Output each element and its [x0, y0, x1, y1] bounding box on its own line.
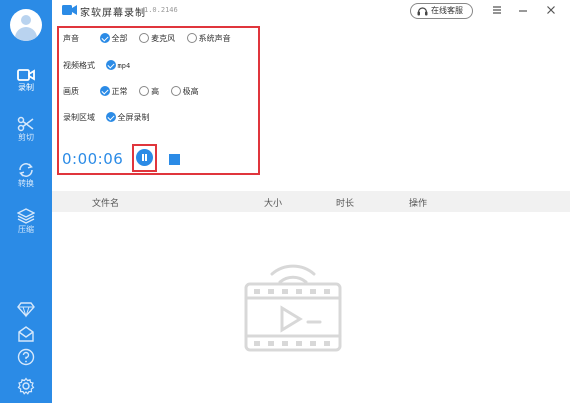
sidebar-item-label: 录制 [18, 83, 34, 92]
quality-setting-row: 画质 正常 高 极高 [63, 85, 208, 99]
avatar[interactable] [10, 9, 42, 41]
column-filename[interactable]: 文件名 [92, 196, 119, 209]
sidebar-item-record[interactable]: 录制 [0, 68, 52, 108]
column-size[interactable]: 大小 [264, 196, 282, 209]
record-settings-panel: 声音 全部 麦克风 系统声音 视频格式 mp4 画质 正常 高 极高 录制区域 … [57, 26, 260, 175]
settings-icon[interactable] [17, 377, 35, 395]
quality-option-normal[interactable]: 正常 [99, 85, 128, 99]
sidebar-item-compress[interactable]: 压缩 [0, 208, 52, 248]
minimize-icon[interactable] [516, 3, 530, 17]
close-icon[interactable] [544, 3, 558, 17]
stop-button[interactable] [169, 154, 180, 165]
app-title: 家软屏幕录制 [80, 8, 146, 19]
recording-timer: 0:00:06 [62, 150, 124, 168]
radio-checked [99, 33, 110, 43]
diamond-icon[interactable] [17, 300, 35, 318]
option-label: 全部 [111, 34, 128, 43]
mail-icon[interactable] [17, 325, 35, 343]
app-version: 1.0.2146 [144, 6, 178, 14]
radio-unchecked [170, 86, 181, 96]
sidebar-item-label: 转换 [18, 179, 34, 188]
menu-icon[interactable] [490, 3, 504, 17]
sidebar-item-convert[interactable]: 转换 [0, 162, 52, 202]
file-list-header: 文件名 大小 时长 操作 [52, 191, 570, 212]
radio-checked [105, 60, 116, 70]
option-label: 高 [151, 87, 160, 96]
audio-option-all[interactable]: 全部 [99, 32, 128, 46]
radio-checked [99, 86, 110, 96]
format-label: 视频格式 [63, 61, 95, 70]
scissors-icon [17, 116, 34, 132]
option-label: 麦克风 [151, 34, 176, 43]
online-service-button[interactable]: 在线客服 [410, 3, 473, 19]
sidebar-item-label: 压缩 [18, 225, 34, 234]
sidebar-item-cut[interactable]: 剪切 [0, 116, 52, 156]
radio-unchecked [139, 86, 150, 96]
app-logo-icon [62, 5, 77, 15]
sidebar: 录制 剪切 转换 压缩 [0, 0, 52, 403]
area-option-fullscreen[interactable]: 全屏录制 [105, 111, 150, 125]
option-label: 系统声音 [198, 34, 231, 43]
radio-unchecked [186, 33, 197, 43]
option-label: 正常 [111, 87, 128, 96]
audio-label: 声音 [63, 34, 79, 43]
title-bar: 家软屏幕录制 1.0.2146 在线客服 [52, 0, 570, 22]
pause-highlight [132, 144, 157, 172]
column-duration[interactable]: 时长 [336, 196, 354, 209]
option-label: 全屏录制 [117, 113, 150, 122]
layers-icon [17, 208, 35, 224]
video-camera-icon [17, 69, 35, 81]
convert-icon [19, 163, 33, 177]
sidebar-item-label: 剪切 [18, 133, 34, 142]
area-setting-row: 录制区域 全屏录制 [63, 111, 159, 125]
empty-video-illustration-icon [244, 264, 342, 352]
option-label: 极高 [182, 87, 199, 96]
quality-option-high[interactable]: 高 [139, 85, 159, 99]
radio-checked [105, 112, 116, 122]
area-label: 录制区域 [63, 113, 95, 122]
pause-button[interactable] [136, 149, 153, 166]
column-actions[interactable]: 操作 [409, 196, 427, 209]
help-icon[interactable] [17, 348, 35, 366]
radio-unchecked [139, 33, 150, 43]
format-setting-row: 视频格式 mp4 [63, 59, 139, 73]
audio-setting-row: 声音 全部 麦克风 系统声音 [63, 32, 240, 46]
quality-label: 画质 [63, 87, 79, 96]
audio-option-system[interactable]: 系统声音 [186, 32, 231, 46]
headset-icon [417, 7, 428, 16]
online-service-label: 在线客服 [431, 6, 463, 15]
quality-option-ultra[interactable]: 极高 [170, 85, 199, 99]
option-label: mp4 [117, 62, 131, 70]
format-option-mp4[interactable]: mp4 [105, 59, 131, 73]
audio-option-microphone[interactable]: 麦克风 [139, 32, 175, 46]
